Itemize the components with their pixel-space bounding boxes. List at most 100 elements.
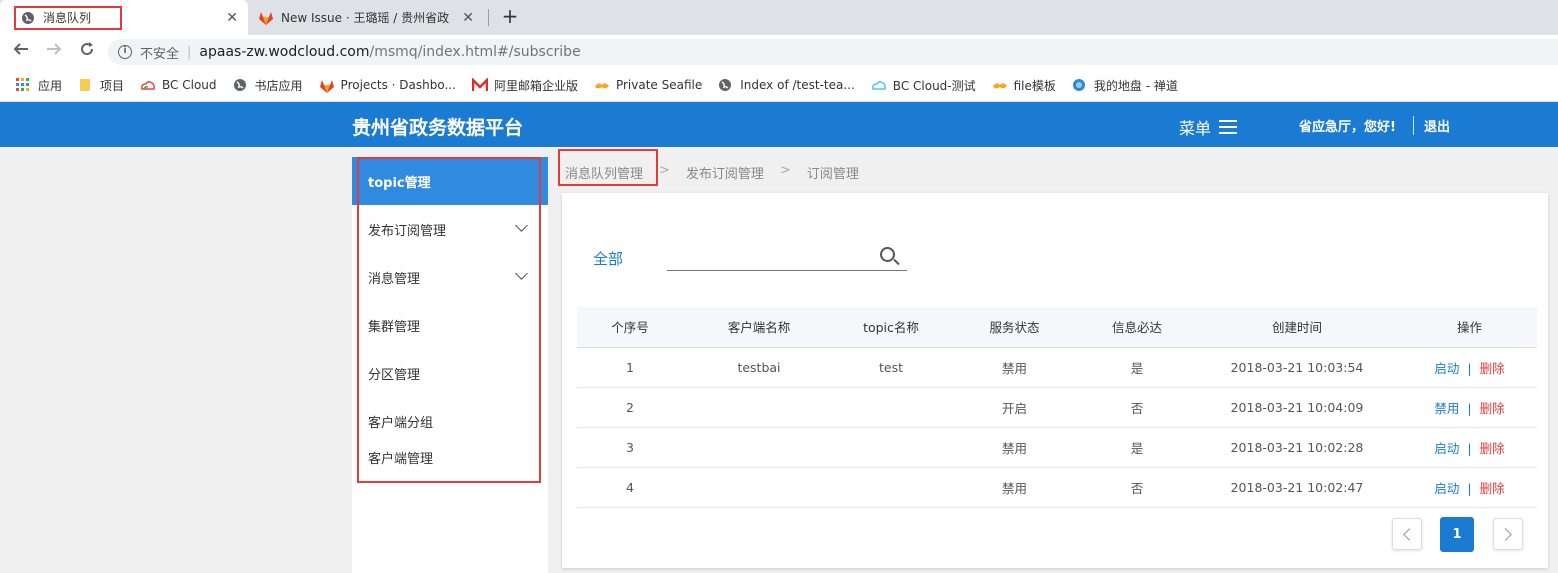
bookmark-label: BC Cloud-测试	[892, 78, 976, 93]
page-number-current[interactable]: 1	[1440, 517, 1474, 552]
forward-icon[interactable]	[43, 41, 65, 63]
chevron-left-icon	[1403, 528, 1416, 541]
security-label: 不安全	[140, 46, 180, 62]
cell-status: 禁用	[947, 467, 1082, 508]
column-header-actions: 操作	[1402, 307, 1537, 348]
cell-client-link[interactable]: testbai	[683, 347, 835, 388]
filter-all-tab[interactable]: 全部	[593, 248, 623, 269]
breadcrumb-item[interactable]: 发布订阅管理	[686, 163, 764, 182]
new-tab-button[interactable]: +	[500, 6, 520, 26]
next-page-button[interactable]	[1493, 518, 1523, 550]
cell-status: 开启	[947, 387, 1082, 428]
cell-index: 2	[577, 387, 683, 428]
bookmark-apps[interactable]: 应用	[16, 77, 62, 94]
table-row: 2 开启 否 2018-03-21 10:04:09 禁用 | 删除	[577, 387, 1537, 428]
table-header-row: 个序号 客户端名称 topic名称 服务状态 信息必达 创建时间 操作	[577, 307, 1537, 348]
delete-action-link[interactable]: 删除	[1480, 401, 1505, 416]
search-input[interactable]	[667, 243, 907, 271]
url-path: /msmq/index.html#/subscribe	[369, 44, 581, 60]
bookmark-file-template[interactable]: file模板	[992, 77, 1056, 94]
cell-actions: 启动 | 删除	[1402, 347, 1537, 388]
bookmark-label: 应用	[38, 78, 63, 93]
column-header-client: 客户端名称	[683, 307, 835, 348]
toggle-action-link[interactable]: 禁用	[1434, 401, 1459, 416]
chevron-right-icon	[1499, 528, 1512, 541]
bookmark-gitlab[interactable]: Projects · Dashbo...	[319, 78, 456, 93]
prev-page-button[interactable]	[1392, 518, 1422, 550]
tab-divider	[488, 9, 489, 26]
zentao-icon	[1072, 78, 1086, 92]
cell-actions: 启动 | 删除	[1402, 467, 1537, 508]
cell-actions: 启动 | 删除	[1402, 427, 1537, 468]
hamburger-icon	[1219, 120, 1238, 134]
cell-actions: 禁用 | 删除	[1402, 387, 1537, 428]
cell-index: 1	[577, 347, 683, 388]
search-icon[interactable]	[880, 247, 895, 262]
cell-guaranteed: 是	[1082, 347, 1192, 388]
bookmark-zentao[interactable]: 我的地盘 - 禅道	[1072, 77, 1178, 94]
bookmark-bc-cloud-test[interactable]: BC Cloud-测试	[871, 77, 976, 94]
url-host: apaas-zw.wodcloud.com	[199, 44, 370, 60]
cell-topic: test	[835, 347, 947, 388]
cell-topic	[835, 387, 947, 428]
action-separator: |	[1467, 480, 1472, 496]
seafile-icon	[992, 78, 1007, 92]
column-header-index[interactable]: 个序号	[577, 307, 683, 348]
bookmark-seafile[interactable]: Private Seafile	[594, 78, 702, 92]
cell-client-link[interactable]	[683, 427, 835, 468]
cloud-logo-icon	[140, 78, 156, 92]
toggle-action-link[interactable]: 启动	[1434, 441, 1459, 456]
column-header-created: 创建时间	[1192, 307, 1402, 348]
url-bar[interactable]: i 不安全 | apaas-zw.wodcloud.com/msmq/index…	[108, 39, 1558, 65]
highlight-box	[558, 149, 658, 186]
cell-guaranteed: 否	[1082, 387, 1192, 428]
delete-action-link[interactable]: 删除	[1480, 481, 1505, 496]
bookmark-label: 我的地盘 - 禅道	[1093, 78, 1178, 93]
menu-label: 菜单	[1179, 119, 1212, 138]
bookmark-projects[interactable]: 项目	[78, 77, 124, 94]
url-text: apaas-zw.wodcloud.com/msmq/index.html#/s…	[199, 44, 580, 60]
cell-index: 3	[577, 427, 683, 468]
delete-action-link[interactable]: 删除	[1480, 441, 1505, 456]
delete-action-link[interactable]: 删除	[1480, 361, 1505, 376]
column-header-topic: topic名称	[835, 307, 947, 348]
cell-created: 2018-03-21 10:03:54	[1192, 347, 1402, 388]
globe-icon	[718, 78, 732, 92]
cell-guaranteed: 是	[1082, 427, 1192, 468]
bookmark-label: 阿里邮箱企业版	[493, 78, 578, 93]
bookmark-label: Projects · Dashbo...	[340, 78, 456, 92]
globe-icon	[233, 78, 247, 92]
folder-icon	[78, 78, 92, 92]
cloud-icon	[871, 78, 886, 92]
logout-link[interactable]: 退出	[1413, 116, 1450, 135]
highlight-box	[357, 157, 541, 483]
cell-created: 2018-03-21 10:02:47	[1192, 467, 1402, 508]
tab-inactive[interactable]: New Issue · 王璐瑶 / 贵州省政务 ✕	[248, 0, 488, 35]
bookmark-aliyun-mail[interactable]: 阿里邮箱企业版	[471, 76, 578, 94]
user-greeting: 省应急厅，您好!	[1299, 120, 1396, 135]
breadcrumb-separator: >	[779, 163, 791, 178]
cell-client-link[interactable]	[683, 387, 835, 428]
table-row: 3 禁用 是 2018-03-21 10:02:28 启动 | 删除	[577, 427, 1537, 468]
close-icon[interactable]: ✕	[462, 10, 474, 26]
toggle-action-link[interactable]: 启动	[1434, 481, 1459, 496]
cell-created: 2018-03-21 10:02:28	[1192, 427, 1402, 468]
gitlab-icon	[258, 10, 274, 26]
cell-client-link[interactable]	[683, 467, 835, 508]
gitlab-icon	[319, 78, 334, 93]
back-icon[interactable]	[10, 41, 32, 63]
bookmark-label: 书店应用	[254, 78, 303, 93]
bookmarks-bar: 应用 项目 BC Cloud 书店应用 Projects · Dashbo...…	[0, 69, 1558, 102]
cell-status: 禁用	[947, 347, 1082, 388]
menu-button[interactable]: 菜单	[1179, 115, 1238, 139]
cell-created: 2018-03-21 10:04:09	[1192, 387, 1402, 428]
bookmark-bookstore[interactable]: 书店应用	[233, 77, 303, 94]
cell-guaranteed: 否	[1082, 467, 1192, 508]
bookmark-test-index[interactable]: Index of /test-tea...	[718, 78, 855, 92]
action-separator: |	[1467, 440, 1472, 456]
toggle-action-link[interactable]: 启动	[1434, 361, 1459, 376]
info-icon[interactable]: i	[118, 45, 132, 59]
reload-icon[interactable]	[76, 41, 98, 63]
close-icon[interactable]: ✕	[226, 10, 238, 26]
bookmark-bc-cloud[interactable]: BC Cloud	[140, 78, 217, 92]
